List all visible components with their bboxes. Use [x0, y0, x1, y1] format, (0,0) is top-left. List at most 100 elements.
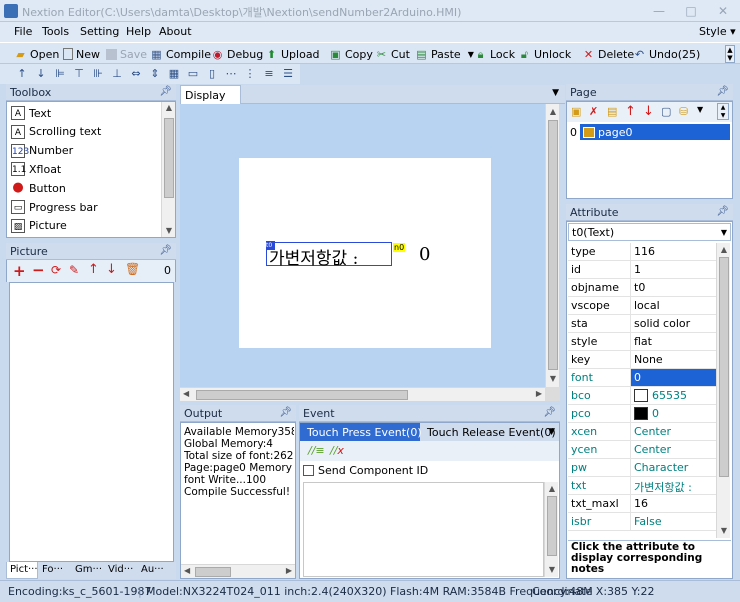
scroll-up-icon[interactable]: ▲ — [546, 106, 560, 118]
add-icon[interactable]: + — [13, 262, 26, 280]
scroll-thumb[interactable] — [164, 118, 174, 198]
bring-forward-icon[interactable]: ↑ — [14, 67, 30, 81]
toolbox-item[interactable]: A Scrolling text — [11, 123, 101, 141]
page-item-page0[interactable]: page0 — [580, 124, 730, 140]
copy-page-icon[interactable]: ▢ — [661, 105, 671, 118]
align-top-icon[interactable]: ⊤ — [71, 67, 87, 81]
pin-icon[interactable]: 📌︎ — [159, 86, 172, 97]
scroll-thumb[interactable] — [196, 390, 408, 400]
scroll-left-icon[interactable]: ◀ — [184, 566, 190, 575]
menu-help[interactable]: Help — [126, 25, 151, 38]
paste-button[interactable]: ▤ Paste ▼ — [415, 46, 474, 62]
resource-tab[interactable]: Vid··· — [105, 562, 137, 579]
new-button[interactable]: New — [63, 46, 100, 62]
toolbar-overflow-button[interactable]: ▲ ▼ — [725, 45, 735, 63]
text-component-t0[interactable]: t0 가변저항값 : — [266, 241, 392, 269]
space-vertical-icon[interactable]: ☰ — [280, 67, 296, 81]
align-bottom-icon[interactable]: ⊥ — [109, 67, 125, 81]
add-page-icon[interactable]: ▣ — [571, 105, 581, 118]
tab-touch-press[interactable]: Touch Press Event(0) — [300, 423, 422, 441]
menu-file[interactable]: File — [14, 25, 32, 38]
comment-icon[interactable]: //≡ — [308, 444, 325, 457]
display-hscroll[interactable]: ◀ ▶ — [180, 387, 545, 401]
trash-icon[interactable]: 🗑︎ — [125, 262, 140, 276]
undo-button[interactable]: ↶ Undo(25) — [633, 46, 700, 62]
pin-icon[interactable]: 📌︎ — [716, 206, 729, 217]
attribute-row[interactable]: id 1 — [568, 261, 716, 279]
attribute-row[interactable]: font 0 — [568, 369, 716, 387]
scroll-down-icon[interactable]: ▼ — [545, 564, 559, 576]
event-vscroll[interactable]: ▲ ▼ — [544, 482, 558, 577]
space-horizontal-icon[interactable]: ≡ — [261, 67, 277, 81]
scroll-right-icon[interactable]: ▶ — [536, 389, 542, 398]
attribute-row[interactable]: pco 0 — [568, 405, 716, 423]
display-vscroll[interactable]: ▲ ▼ — [545, 104, 559, 387]
attribute-row[interactable]: key None — [568, 351, 716, 369]
center-horizontal-icon[interactable]: ⇔ — [128, 67, 144, 81]
distribute-vertical-icon[interactable]: ⋮ — [242, 67, 258, 81]
page-menu-icon[interactable]: ▼ — [697, 105, 703, 114]
toolbox-item[interactable]: 123 Number — [11, 142, 73, 160]
number-id-badge[interactable]: n0 — [393, 243, 406, 252]
scroll-left-icon[interactable]: ◀ — [183, 389, 189, 398]
align-left-icon[interactable]: ⊫ — [52, 67, 68, 81]
uncomment-icon[interactable]: //x — [330, 444, 344, 457]
attribute-row[interactable]: pw Character — [568, 459, 716, 477]
distribute-horizontal-icon[interactable]: ⋯ — [223, 67, 239, 81]
scroll-up-icon[interactable]: ▲ — [162, 102, 176, 114]
send-component-id-row[interactable]: Send Component ID — [303, 464, 428, 477]
picture-list[interactable] — [9, 282, 174, 562]
scroll-right-icon[interactable]: ▶ — [286, 566, 292, 575]
menu-about[interactable]: About — [159, 25, 192, 38]
output-hscroll[interactable]: ◀ ▶ — [181, 564, 295, 578]
attribute-row[interactable]: style flat — [568, 333, 716, 351]
align-right-icon[interactable]: ⊪ — [90, 67, 106, 81]
color-swatch[interactable] — [634, 407, 648, 420]
attribute-row[interactable]: txt 가변저항값 : — [568, 477, 716, 495]
pin-icon[interactable]: 📌︎ — [279, 407, 292, 418]
scroll-thumb[interactable] — [547, 496, 557, 556]
toolbox-scrollbar[interactable]: ▲ ▼ — [161, 102, 175, 237]
compile-button[interactable]: ▦ Compile — [150, 46, 211, 62]
page-toolbar-overflow[interactable]: ▲ ▼ — [717, 103, 729, 120]
move-down-icon[interactable]: ↓ — [643, 104, 654, 119]
maximize-button[interactable]: □ — [680, 3, 702, 19]
same-height-icon[interactable]: ▯ — [204, 67, 220, 81]
scroll-up-icon[interactable]: ▲ — [545, 483, 559, 495]
toolbox-item[interactable]: ● Button — [11, 179, 66, 197]
toolbox-item[interactable]: ▭ Progress bar — [11, 198, 98, 216]
attribute-row[interactable]: vscope local — [568, 297, 716, 315]
tab-menu-icon[interactable]: ▼ — [548, 427, 555, 437]
cut-button[interactable]: ✂ Cut — [375, 46, 410, 62]
scroll-down-icon[interactable]: ▼ — [162, 225, 176, 237]
delete-button[interactable]: ✕ Delete — [582, 46, 634, 62]
tab-display[interactable]: Display — [180, 85, 241, 104]
attribute-row[interactable]: type 116 — [568, 243, 716, 261]
lock-button[interactable]: 🔒︎ Lock — [474, 46, 516, 62]
replace-icon[interactable]: ⟳ — [51, 263, 61, 277]
resource-tab[interactable]: Fo··· — [39, 562, 71, 579]
edit-icon[interactable]: ✎ — [69, 263, 79, 277]
attribute-row[interactable]: objname t0 — [568, 279, 716, 297]
move-down-icon[interactable]: ↓ — [106, 262, 117, 277]
minimize-button[interactable]: — — [648, 3, 670, 19]
attribute-vscroll[interactable]: ▲ ▼ — [716, 243, 730, 538]
open-button[interactable]: ▰ Open — [14, 46, 59, 62]
attribute-row[interactable]: sta solid color — [568, 315, 716, 333]
attribute-row[interactable]: bco 65535 — [568, 387, 716, 405]
pin-icon[interactable]: 📌︎ — [543, 407, 556, 418]
attribute-row[interactable]: xcen Center — [568, 423, 716, 441]
toolbox-item[interactable]: ▨ Picture — [11, 217, 67, 235]
send-component-id-checkbox[interactable] — [303, 465, 314, 476]
paste-dropdown-icon[interactable]: ▼ — [468, 50, 474, 59]
move-up-icon[interactable]: ↑ — [625, 104, 636, 119]
tab-touch-release[interactable]: Touch Release Event(0) — [427, 426, 556, 439]
pin-icon[interactable]: 📌︎ — [716, 86, 729, 97]
menu-tools[interactable]: Tools — [42, 25, 69, 38]
attribute-row[interactable]: isbr False — [568, 513, 716, 531]
toolbox-item[interactable]: A Text — [11, 104, 51, 122]
center-vertical-icon[interactable]: ⇕ — [147, 67, 163, 81]
toolbox-item[interactable]: 1.1 Xfloat — [11, 160, 61, 178]
resource-tab[interactable]: Au··· — [138, 562, 170, 579]
menu-setting[interactable]: Setting — [80, 25, 119, 38]
